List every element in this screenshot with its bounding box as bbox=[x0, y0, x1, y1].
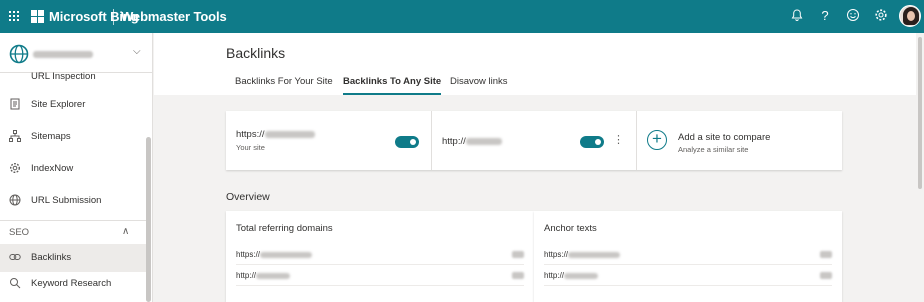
search-icon bbox=[10, 278, 21, 289]
card-title: Anchor texts bbox=[544, 223, 597, 234]
brand-divider bbox=[113, 9, 114, 25]
seo-section-label: SEO bbox=[9, 227, 30, 238]
help-icon[interactable]: ? bbox=[817, 8, 833, 24]
site-toggle[interactable] bbox=[395, 136, 419, 148]
main-content: Backlinks Backlinks For Your Site Backli… bbox=[154, 33, 916, 302]
site-url: https:// bbox=[236, 129, 315, 140]
sidebar-item-label: Backlinks bbox=[31, 252, 72, 263]
waffle-icon[interactable] bbox=[9, 11, 20, 22]
sidebar-item-url-submission[interactable]: URL Submission bbox=[0, 187, 146, 215]
sidebar-item-label: IndexNow bbox=[31, 163, 74, 174]
page-title: Backlinks bbox=[226, 45, 286, 61]
add-icon[interactable]: + bbox=[647, 130, 667, 150]
sidebar-item-label: Keyword Research bbox=[31, 278, 112, 289]
sidebar-item-site-explorer[interactable]: Site Explorer bbox=[0, 91, 146, 119]
globe-icon bbox=[9, 194, 21, 206]
feedback-icon[interactable] bbox=[845, 8, 861, 24]
compare-sites-card: https:// Your site http:// ⋮ + Add a sit… bbox=[226, 111, 842, 170]
site-url: http:// bbox=[442, 136, 502, 147]
compare-site-your-site: https:// Your site bbox=[226, 111, 431, 170]
list-item: http:// bbox=[544, 266, 832, 286]
sidebar-item-sitemaps[interactable]: Sitemaps bbox=[0, 123, 146, 151]
add-site-to-compare[interactable]: + Add a site to compare Analyze a simila… bbox=[637, 111, 842, 170]
sidebar-item-label: URL Inspection bbox=[31, 71, 96, 82]
overview-title: Overview bbox=[226, 191, 270, 203]
settings-icon[interactable] bbox=[873, 8, 889, 24]
sidebar-item-label: Sitemaps bbox=[31, 131, 71, 142]
document-icon bbox=[10, 98, 20, 110]
tab-backlinks-for-your-site[interactable]: Backlinks For Your Site bbox=[235, 76, 333, 93]
site-sublabel: Your site bbox=[236, 143, 265, 152]
row-value bbox=[820, 272, 832, 279]
chevron-up-icon[interactable]: ∧ bbox=[122, 226, 129, 237]
total-referring-domains-card: Total referring domains https:// http:// bbox=[226, 211, 534, 302]
compare-site-other: http:// ⋮ bbox=[432, 111, 636, 170]
gear-icon bbox=[9, 162, 21, 174]
page-header: Backlinks Backlinks For Your Site Backli… bbox=[154, 33, 916, 95]
anchor-texts-card: Anchor texts https:// http:// bbox=[534, 211, 842, 302]
row-url: http:// bbox=[544, 271, 599, 280]
site-toggle[interactable] bbox=[580, 136, 604, 148]
bell-icon[interactable] bbox=[789, 8, 805, 24]
add-site-sublabel: Analyze a similar site bbox=[678, 145, 749, 154]
sidebar-item-label: Site Explorer bbox=[31, 99, 86, 110]
sidebar-item-label: URL Submission bbox=[31, 195, 102, 206]
site-picker[interactable]: ⌵ bbox=[0, 33, 152, 73]
list-item: https:// bbox=[236, 245, 524, 265]
chevron-down-icon[interactable]: ⌵ bbox=[133, 46, 141, 57]
row-url: https:// bbox=[544, 250, 621, 259]
sidebar-scrollbar[interactable] bbox=[146, 137, 151, 302]
list-item: https:// bbox=[544, 245, 832, 265]
sidebar-item-indexnow[interactable]: IndexNow bbox=[0, 155, 146, 183]
row-url: http:// bbox=[236, 271, 291, 280]
row-value bbox=[512, 251, 524, 258]
row-value bbox=[512, 272, 524, 279]
scrollbar-thumb[interactable] bbox=[918, 37, 922, 189]
list-item: http:// bbox=[236, 266, 524, 286]
row-value bbox=[820, 251, 832, 258]
globe-icon bbox=[9, 44, 29, 64]
page-scrollbar[interactable] bbox=[916, 33, 924, 302]
link-icon bbox=[9, 254, 21, 260]
top-bar: Microsoft Bing Webmaster Tools ? bbox=[0, 0, 924, 33]
site-url-blurred bbox=[33, 51, 93, 58]
seo-section-header[interactable]: SEO ∧ bbox=[0, 220, 146, 244]
product-name[interactable]: Webmaster Tools bbox=[121, 9, 227, 24]
sidebar-item-keyword-research[interactable]: Keyword Research bbox=[0, 270, 146, 298]
more-options-icon[interactable]: ⋮ bbox=[613, 135, 624, 146]
sidebar-item-backlinks[interactable]: Backlinks bbox=[0, 244, 146, 272]
sidebar: ⌵ URL Inspection Site Explorer Sitemaps … bbox=[0, 33, 153, 302]
microsoft-logo-icon bbox=[31, 10, 44, 23]
row-url: https:// bbox=[236, 250, 313, 259]
add-site-title: Add a site to compare bbox=[678, 132, 771, 143]
tab-disavow-links[interactable]: Disavow links bbox=[450, 76, 508, 93]
tab-backlinks-to-any-site[interactable]: Backlinks To Any Site bbox=[343, 76, 442, 95]
card-title: Total referring domains bbox=[236, 223, 333, 234]
avatar[interactable] bbox=[899, 5, 921, 27]
sitemap-icon bbox=[9, 130, 21, 142]
